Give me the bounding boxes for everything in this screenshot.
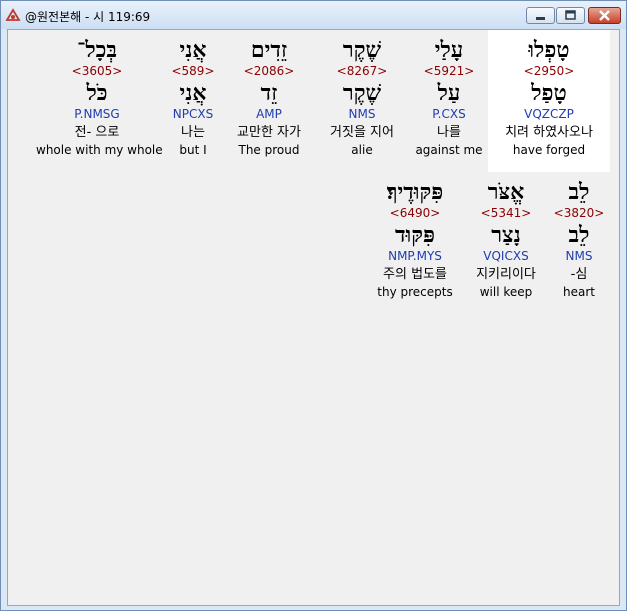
- interlinear-panel[interactable]: טָפְלוּ <2950> טָפַל VQZCZP 치려 하였사오나 hav…: [7, 29, 620, 606]
- maximize-button[interactable]: [556, 7, 585, 24]
- parsing-code: NMP.MYS: [388, 249, 442, 263]
- maximize-icon: [565, 10, 576, 20]
- strong-number[interactable]: <3605>: [36, 64, 158, 79]
- app-window: @원전본해 - 시 119:69 טָפְלוּ <2950> טָפַל VQ…: [0, 0, 627, 611]
- hebrew-word: בְּכָל־: [76, 37, 118, 63]
- word-cell[interactable]: בְּכָל־ <3605> כֹּל P.NMSG 전- 으로 whole w…: [36, 30, 163, 158]
- minimize-icon: [536, 17, 545, 20]
- hebrew-lemma: פִּקּוּד: [395, 222, 435, 248]
- hebrew-word: פִּקּוּדֶיךָ׃: [386, 179, 444, 205]
- title-bar[interactable]: @원전본해 - 시 119:69: [1, 1, 626, 29]
- parsing-code: P.NMSG: [74, 107, 120, 121]
- minimize-button[interactable]: [526, 7, 555, 24]
- word-cell[interactable]: פִּקּוּדֶיךָ׃ <6490> פִּקּוּד NMP.MYS 주의…: [354, 172, 476, 300]
- korean-gloss: 주의 법도를: [383, 267, 447, 282]
- english-gloss: whole with my whole: [36, 143, 163, 157]
- close-button[interactable]: [588, 7, 621, 24]
- hebrew-lemma: כֹּל: [86, 80, 108, 106]
- window-title: @원전본해 - 시 119:69: [25, 10, 151, 24]
- app-icon[interactable]: [5, 7, 21, 23]
- korean-gloss: 전- 으로: [74, 125, 120, 140]
- close-icon: [599, 10, 610, 21]
- strong-number[interactable]: <6490>: [354, 206, 476, 221]
- english-gloss: thy precepts: [377, 285, 453, 299]
